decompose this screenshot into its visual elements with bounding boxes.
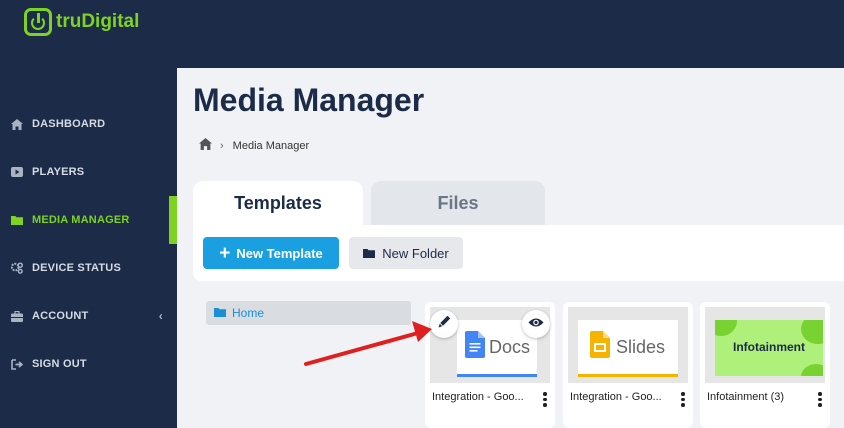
logo-text: truDigital [56, 11, 140, 32]
breadcrumb-current: Media Manager [232, 139, 310, 152]
tab-bar: Templates Files [193, 181, 545, 225]
tab-files[interactable]: Files [371, 181, 545, 225]
new-folder-label: New Folder [382, 245, 449, 261]
more-options-icon[interactable] [681, 392, 685, 407]
template-name: Infotainment (3) [707, 391, 785, 403]
new-template-button[interactable]: + New Template [203, 237, 339, 269]
brand-logo[interactable]: truDigital [24, 8, 139, 36]
sidebar-item-sign-out[interactable]: SIGN OUT [0, 340, 177, 388]
home-icon [11, 118, 23, 130]
sidebar-item-label: DASHBOARD [32, 118, 106, 130]
page-title: Media Manager [193, 82, 425, 118]
gears-icon [11, 262, 23, 274]
sidebar-item-media-manager[interactable]: MEDIA MANAGER [0, 196, 177, 244]
more-options-icon[interactable] [543, 392, 547, 407]
sidebar-item-label: PLAYERS [32, 166, 85, 178]
sidebar-item-players[interactable]: PLAYERS [0, 148, 177, 196]
sidebar-item-device-status[interactable]: DEVICE STATUS [0, 244, 177, 292]
template-name: Integration - Goo... [570, 391, 662, 403]
google-slides-icon [590, 331, 610, 363]
folder-tree-home[interactable]: Home [206, 301, 411, 325]
folder-icon [363, 246, 376, 261]
home-icon[interactable] [199, 138, 212, 153]
sidebar-item-label: SIGN OUT [32, 358, 87, 370]
template-name: Integration - Goo... [432, 391, 524, 403]
folder-tree-label: Home [232, 306, 265, 320]
power-icon [24, 8, 52, 36]
folder-icon [11, 214, 23, 226]
sidebar-item-label: MEDIA MANAGER [32, 214, 130, 226]
sidebar: truDigital DASHBOARD PLAYERS MEDIA MANAG… [0, 0, 177, 428]
briefcase-icon [11, 310, 23, 322]
folder-icon [214, 306, 226, 320]
preview-template-button[interactable] [522, 310, 550, 338]
template-card[interactable]: Slides Integration - Goo... [563, 302, 693, 428]
sidebar-item-label: ACCOUNT [32, 310, 89, 322]
plus-icon: + [219, 242, 231, 264]
template-card[interactable]: Docs Integration - Goo... [425, 302, 555, 428]
tab-templates[interactable]: Templates [193, 181, 363, 225]
chevron-left-icon[interactable]: ‹ [159, 309, 163, 323]
thumbnail-text: Docs [489, 336, 531, 357]
pencil-icon [438, 315, 451, 333]
main-content: Media Manager › Media Manager Templates … [177, 68, 844, 428]
sign-out-icon [11, 358, 23, 370]
thumbnail-text: Infotainment [733, 340, 805, 354]
toolbar: + New Template New Folder [193, 225, 844, 281]
new-template-label: New Template [236, 245, 323, 261]
new-folder-button[interactable]: New Folder [349, 237, 463, 269]
thumbnail-text: Slides [616, 336, 666, 357]
sidebar-item-dashboard[interactable]: DASHBOARD [0, 100, 177, 148]
template-thumbnail[interactable]: Slides [568, 307, 688, 383]
template-thumbnail[interactable]: Infotainment [705, 307, 825, 383]
breadcrumb: › Media Manager [199, 138, 309, 153]
sidebar-item-label: DEVICE STATUS [32, 262, 121, 274]
sidebar-item-account[interactable]: ACCOUNT ‹ [0, 292, 177, 340]
edit-template-button[interactable] [430, 310, 458, 338]
breadcrumb-separator: › [220, 139, 224, 152]
more-options-icon[interactable] [818, 392, 822, 407]
template-card[interactable]: Infotainment Infotainment (3) [700, 302, 830, 428]
eye-icon [528, 315, 544, 333]
google-docs-icon [465, 331, 485, 363]
play-icon [11, 166, 23, 178]
